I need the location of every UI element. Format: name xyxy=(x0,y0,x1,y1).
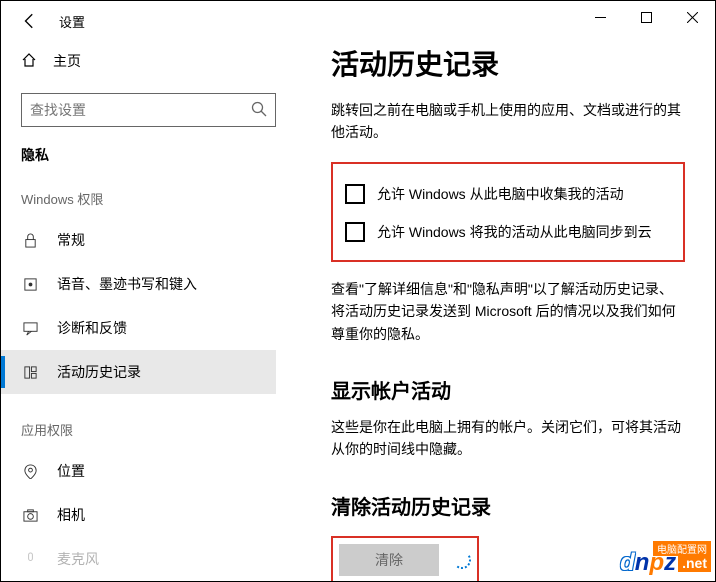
checkbox-label: 允许 Windows 将我的活动从此电脑同步到云 xyxy=(377,222,652,242)
section-heading-apps: 应用权限 xyxy=(21,420,276,439)
speech-icon xyxy=(21,277,39,292)
feedback-icon xyxy=(21,321,39,336)
sidebar-item-label: 麦克风 xyxy=(57,549,99,569)
learn-more-text: 查看"了解详细信息"和"隐私声明"以了解活动历史记录、将活动历史记录发送到 Mi… xyxy=(331,278,685,345)
watermark: 电脑配置网 dnpz.net xyxy=(620,549,711,577)
sidebar-item-label: 语音、墨迹书写和键入 xyxy=(57,274,197,294)
sidebar-item-label: 位置 xyxy=(57,461,85,481)
home-button[interactable]: 主页 xyxy=(21,41,276,81)
clear-button[interactable]: 清除 xyxy=(339,544,439,576)
section-heading-windows: Windows 权限 xyxy=(21,189,276,208)
checkbox-collect-activity[interactable]: 允许 Windows 从此电脑中收集我的活动 xyxy=(345,184,671,204)
intro-text: 跳转回之前在电脑或手机上使用的应用、文档或进行的其他活动。 xyxy=(331,99,685,144)
sidebar-item-camera[interactable]: 相机 xyxy=(1,493,276,537)
checkbox-icon xyxy=(345,222,365,242)
lock-icon xyxy=(21,233,39,248)
location-icon xyxy=(21,464,39,479)
sidebar-item-location[interactable]: 位置 xyxy=(1,449,276,493)
sidebar-item-label: 诊断和反馈 xyxy=(57,318,127,338)
search-box[interactable] xyxy=(21,93,276,127)
sidebar-item-label: 活动历史记录 xyxy=(57,362,141,382)
minimize-button[interactable] xyxy=(577,1,623,33)
checkbox-group-highlight: 允许 Windows 从此电脑中收集我的活动 允许 Windows 将我的活动从… xyxy=(331,162,685,262)
back-button[interactable] xyxy=(21,12,39,30)
search-input[interactable] xyxy=(30,102,251,118)
sidebar-item-diagnostics[interactable]: 诊断和反馈 xyxy=(1,306,276,350)
group-title: 隐私 xyxy=(21,145,276,165)
microphone-icon xyxy=(21,552,39,567)
window-title: 设置 xyxy=(59,12,85,31)
clear-group-highlight: 清除 xyxy=(331,536,479,581)
sidebar-item-speech[interactable]: 语音、墨迹书写和键入 xyxy=(1,262,276,306)
loading-spinner-icon xyxy=(453,551,471,569)
page-title: 活动历史记录 xyxy=(331,43,685,83)
activity-icon xyxy=(21,365,39,380)
home-label: 主页 xyxy=(53,51,81,71)
sidebar-item-label: 相机 xyxy=(57,505,85,525)
checkbox-sync-cloud[interactable]: 允许 Windows 将我的活动从此电脑同步到云 xyxy=(345,222,671,242)
home-icon xyxy=(21,52,37,71)
sidebar-item-microphone[interactable]: 麦克风 xyxy=(1,537,276,581)
checkbox-icon xyxy=(345,184,365,204)
sidebar: 主页 隐私 Windows 权限 常规 语音、墨迹书写和键入 xyxy=(1,41,296,581)
show-activity-title: 显示帐户活动 xyxy=(331,375,685,404)
sidebar-item-label: 常规 xyxy=(57,230,85,250)
show-activity-desc: 这些是你在此电脑上拥有的帐户。关闭它们，可将其活动从你的时间线中隐藏。 xyxy=(331,416,685,461)
camera-icon xyxy=(21,508,39,523)
maximize-button[interactable] xyxy=(623,1,669,33)
content-pane: 活动历史记录 跳转回之前在电脑或手机上使用的应用、文档或进行的其他活动。 允许 … xyxy=(296,41,715,581)
sidebar-item-general[interactable]: 常规 xyxy=(1,218,276,262)
sidebar-item-activity-history[interactable]: 活动历史记录 xyxy=(1,350,276,394)
search-icon xyxy=(251,101,267,120)
close-button[interactable] xyxy=(669,1,715,33)
clear-history-title: 清除活动历史记录 xyxy=(331,491,685,520)
checkbox-label: 允许 Windows 从此电脑中收集我的活动 xyxy=(377,184,624,204)
